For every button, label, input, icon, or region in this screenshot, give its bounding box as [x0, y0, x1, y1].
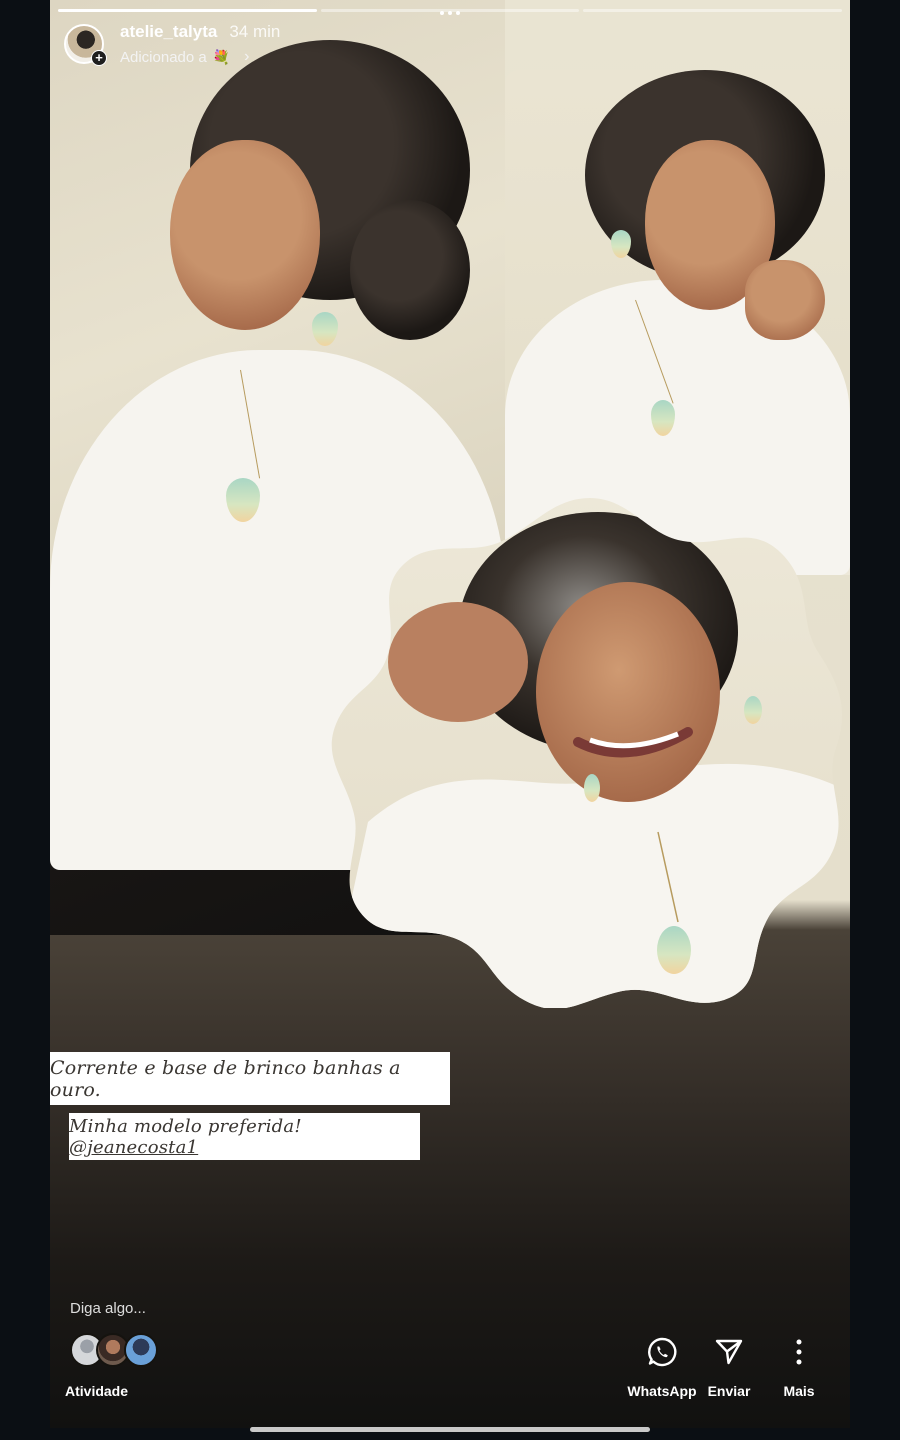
reply-input[interactable]: Diga algo... — [70, 1300, 146, 1317]
post-time: 34 min — [229, 22, 281, 41]
caption-2: Minha modelo preferida! @jeanecosta1 — [69, 1113, 420, 1160]
more-button[interactable]: Mais — [764, 1333, 834, 1399]
plus-icon: + — [91, 50, 107, 66]
avatar — [124, 1333, 158, 1367]
caption-1: Corrente e base de brinco banhas a ouro. — [50, 1052, 450, 1105]
activity-button[interactable] — [70, 1333, 162, 1367]
send-label: Enviar — [707, 1383, 751, 1399]
added-to-link[interactable]: Adicionado a 💐 › — [120, 48, 280, 66]
send-icon — [694, 1333, 764, 1371]
caption-2-text: Minha modelo preferida! — [69, 1115, 302, 1137]
caption-1-text: Corrente e base de brinco banhas a ouro. — [50, 1056, 401, 1101]
chevron-right-icon: › — [244, 48, 250, 65]
send-button[interactable]: Enviar — [694, 1333, 764, 1399]
more-label: Mais — [783, 1383, 815, 1399]
whatsapp-label: WhatsApp — [627, 1383, 697, 1399]
avatar[interactable]: + — [64, 24, 107, 66]
progress-fill-1 — [58, 9, 317, 12]
whatsapp-icon — [627, 1333, 697, 1371]
added-to-label: Adicionado a — [120, 48, 207, 66]
username[interactable]: atelie_talyta — [120, 22, 217, 42]
viewer-avatars — [70, 1333, 162, 1367]
mention-link[interactable]: @jeanecosta1 — [69, 1137, 198, 1158]
story-header: + atelie_talyta 34 min Adicionado a 💐 › — [64, 22, 280, 66]
home-indicator[interactable] — [250, 1427, 650, 1432]
bouquet-icon: 💐 — [212, 48, 231, 65]
options-icon[interactable] — [436, 6, 464, 20]
photo-wavy-frame — [328, 492, 850, 1008]
whatsapp-button[interactable]: WhatsApp — [627, 1333, 697, 1399]
earring-left — [312, 312, 338, 346]
more-vertical-icon — [764, 1333, 834, 1371]
story-viewer: + atelie_talyta 34 min Adicionado a 💐 › … — [0, 0, 900, 1440]
story-content[interactable]: + atelie_talyta 34 min Adicionado a 💐 › … — [50, 0, 850, 1428]
activity-label[interactable]: Atividade — [65, 1383, 128, 1399]
